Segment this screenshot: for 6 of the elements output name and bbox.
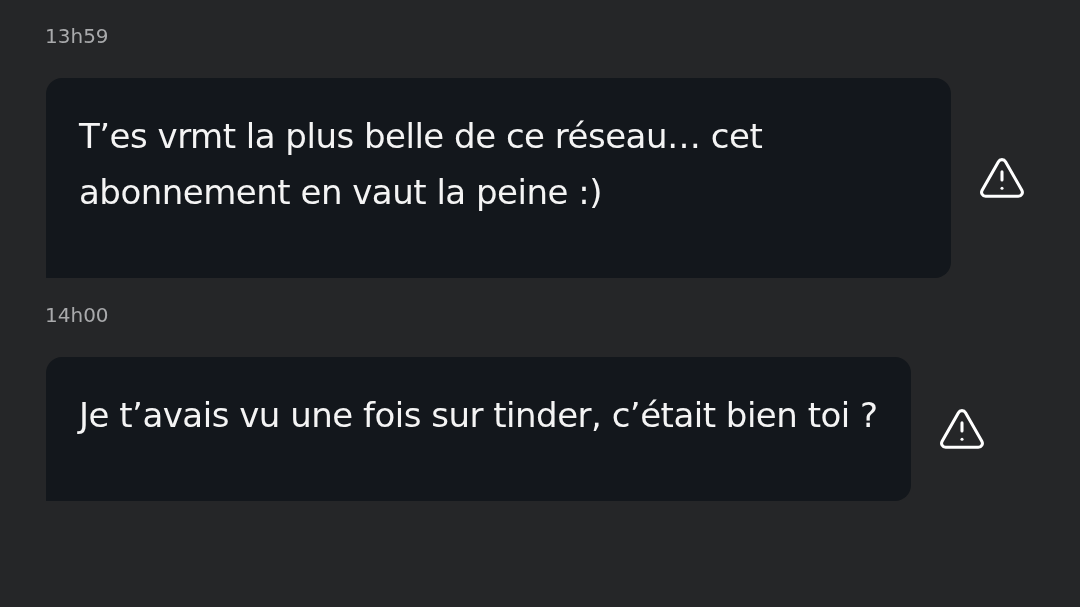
message-bubble: Je t’avais vu une fois sur tinder, c’était bien toi ? [46, 357, 911, 501]
warning-icon[interactable] [980, 158, 1024, 198]
message-time: 14h00 [45, 303, 109, 327]
message-bubble: T’es vrmt la plus belle de ce réseau… cet abonnement en vaut la peine :) [46, 78, 951, 278]
warning-icon[interactable] [939, 409, 984, 449]
message-time: 13h59 [45, 24, 109, 48]
